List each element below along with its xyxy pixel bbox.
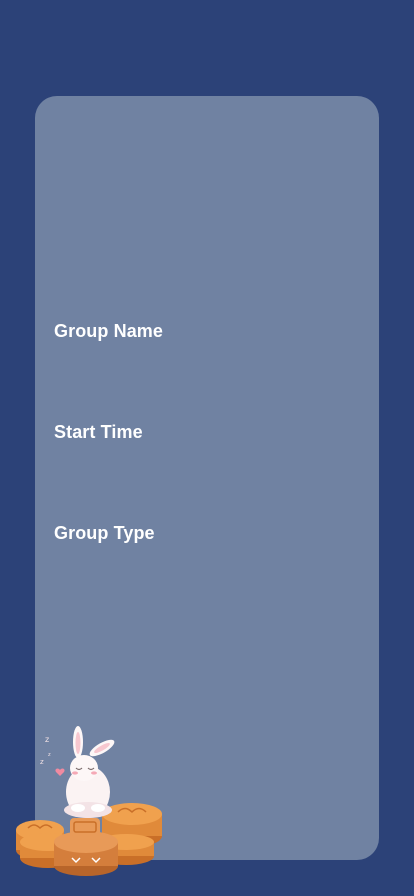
svg-text:z: z [45, 735, 49, 744]
svg-text:z: z [48, 752, 51, 758]
group-type-label: Group Type [54, 523, 155, 543]
group-name-label: Group Name [54, 321, 164, 341]
sleeping-rabbit-on-mooncakes-icon: z z z [8, 718, 168, 878]
start-time-label: Start Time [54, 422, 143, 442]
svg-text:z: z [40, 758, 44, 766]
